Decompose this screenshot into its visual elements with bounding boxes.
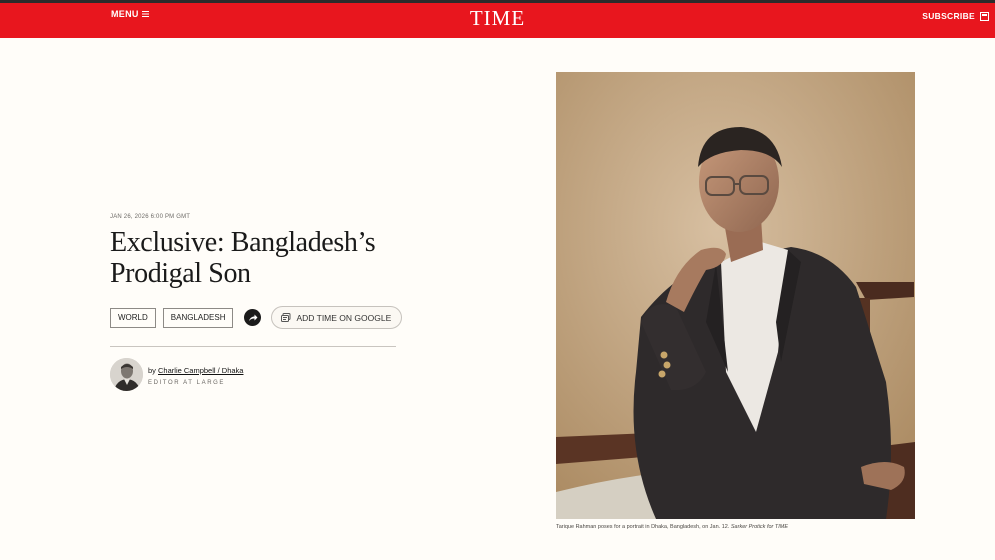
photo-caption: Tarique Rahman poses for a portrait in D… xyxy=(556,524,916,530)
headline-line-2: Prodigal Son xyxy=(110,258,251,289)
article-headline: Exclusive: Bangladesh’s Prodigal Son xyxy=(110,227,440,289)
magazine-icon xyxy=(980,11,989,21)
add-time-on-google-button[interactable]: ADD TIME ON GOOGLE xyxy=(271,306,403,329)
author-link[interactable]: Charlie Campbell / Dhaka xyxy=(158,366,243,375)
subscribe-label: SUBSCRIBE xyxy=(922,11,975,21)
author-avatar[interactable] xyxy=(110,358,143,391)
article-date: JAN 26, 2026 6:00 PM GMT xyxy=(110,214,191,220)
caption-text: Tarique Rahman poses for a portrait in D… xyxy=(556,524,730,530)
tag-bangladesh[interactable]: BANGLADESH xyxy=(162,307,234,328)
google-button-label: ADD TIME ON GOOGLE xyxy=(296,312,392,323)
subscribe-button[interactable]: SUBSCRIBE xyxy=(922,11,989,21)
top-bar-shadow xyxy=(0,0,995,3)
photo-credit: Sarker Protick for TIME xyxy=(730,524,789,530)
share-button[interactable] xyxy=(244,309,262,326)
byline: by Charlie Campbell / Dhaka xyxy=(148,366,243,375)
byline-divider xyxy=(110,346,396,347)
portrait-illustration xyxy=(556,72,915,519)
tag-row: WORLD BANGLADESH ADD TIME ON GOOGLE xyxy=(110,306,403,329)
google-news-icon xyxy=(281,313,291,322)
author-portrait xyxy=(110,358,143,391)
headline-line-1: Exclusive: Bangladesh’s xyxy=(110,227,376,258)
top-navigation-bar: MENU TIME SUBSCRIBE xyxy=(0,0,995,38)
byline-prefix: by xyxy=(148,366,156,375)
share-icon xyxy=(248,314,258,321)
tag-world[interactable]: WORLD xyxy=(110,307,156,328)
hero-photo xyxy=(556,72,915,519)
author-title: EDITOR AT LARGE xyxy=(148,380,226,386)
time-logo[interactable]: TIME xyxy=(470,6,525,30)
